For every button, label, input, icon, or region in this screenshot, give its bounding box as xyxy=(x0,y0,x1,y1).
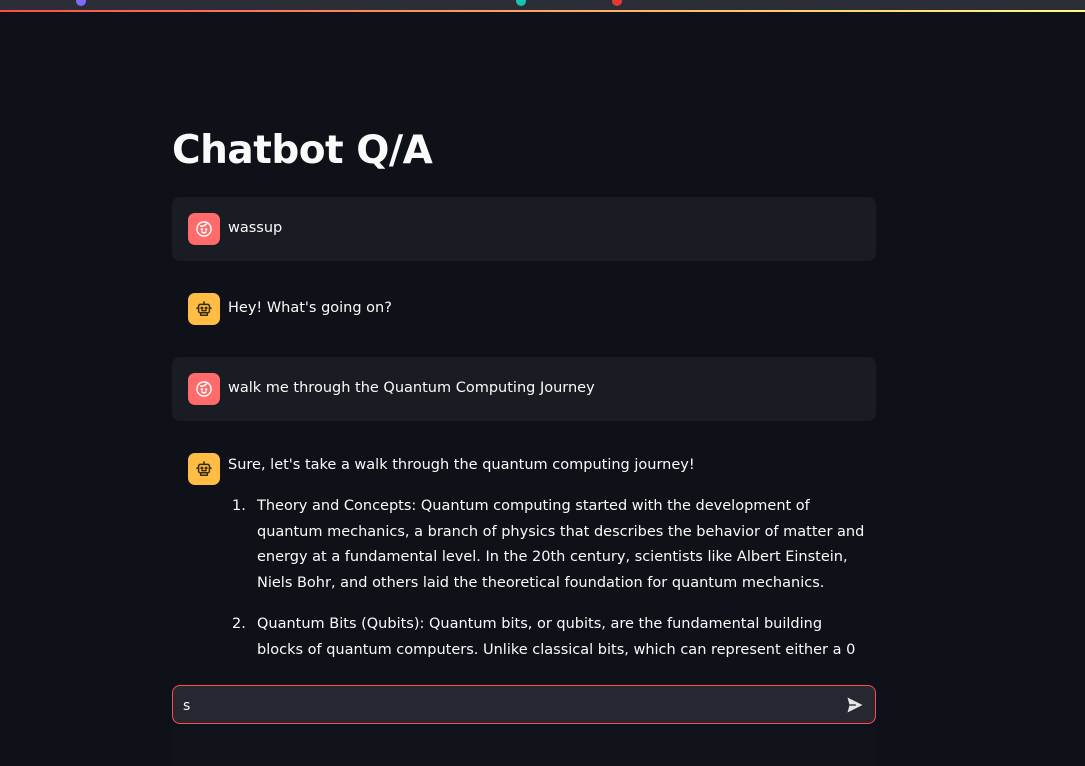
user-avatar xyxy=(188,213,220,245)
list-item-number: 2. xyxy=(232,616,246,633)
user-avatar xyxy=(188,373,220,405)
send-button[interactable] xyxy=(845,695,865,715)
robot-icon xyxy=(196,301,212,316)
bottom-container xyxy=(172,726,876,766)
user-face-icon xyxy=(196,221,212,237)
user-face-icon xyxy=(196,381,212,397)
send-icon xyxy=(847,697,863,713)
chat-message-user: wassup xyxy=(172,197,876,261)
list-item-text: Quantum Bits (Qubits): Quantum bits, or … xyxy=(257,616,856,658)
list-item: 2. Quantum Bits (Qubits): Quantum bits, … xyxy=(228,612,868,667)
list-item-text: Theory and Concepts: Quantum computing s… xyxy=(257,498,865,591)
main-content: Chatbot Q/A wassup Hey! What's going on?… xyxy=(172,0,876,766)
chat-input-container xyxy=(172,685,876,725)
chat-message-user: walk me through the Quantum Computing Jo… xyxy=(172,357,876,421)
assistant-avatar xyxy=(188,453,220,485)
message-text: Sure, let's take a walk through the quan… xyxy=(228,457,695,473)
page-title: Chatbot Q/A xyxy=(172,128,433,173)
chat-message-assistant: Sure, let's take a walk through the quan… xyxy=(172,437,876,667)
robot-icon xyxy=(196,461,212,476)
tab-favicon xyxy=(76,0,86,6)
numbered-list: 1. Theory and Concepts: Quantum computin… xyxy=(228,494,868,667)
message-text: wassup xyxy=(228,220,283,236)
chat-message-assistant: Hey! What's going on? xyxy=(172,277,876,341)
chat-input[interactable] xyxy=(181,686,825,725)
list-item: 1. Theory and Concepts: Quantum computin… xyxy=(228,494,868,596)
message-text: Hey! What's going on? xyxy=(228,300,392,316)
list-item-number: 1. xyxy=(232,498,246,514)
assistant-avatar xyxy=(188,293,220,325)
message-text: walk me through the Quantum Computing Jo… xyxy=(228,380,595,396)
